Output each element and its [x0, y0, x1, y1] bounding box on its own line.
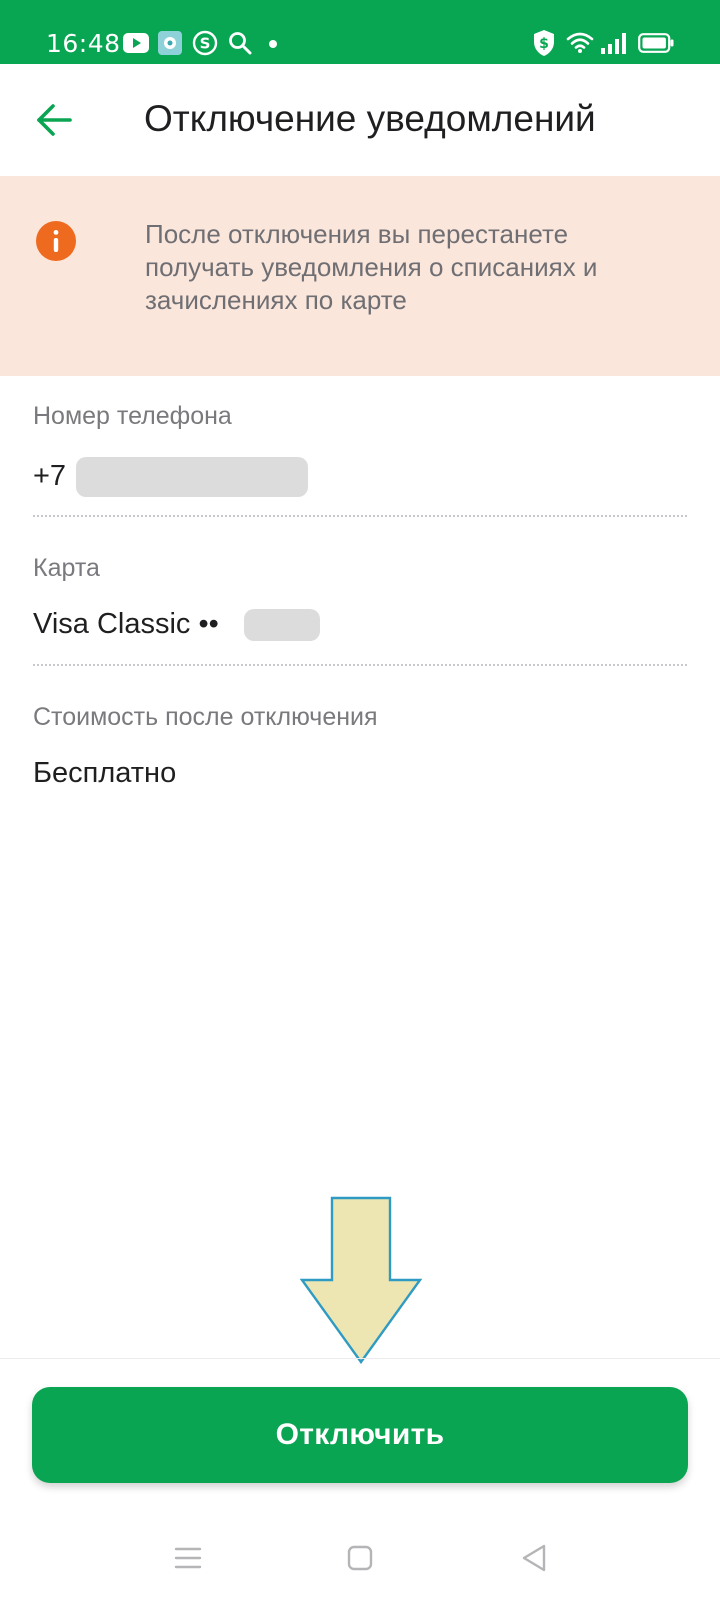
nav-menu-button[interactable]	[168, 1538, 208, 1578]
cost-value: Бесплатно	[33, 757, 177, 789]
youtube-icon	[123, 33, 149, 53]
cost-label: Стоимость после отключения	[33, 703, 378, 731]
card-divider	[33, 664, 687, 666]
battery-icon	[638, 33, 674, 53]
phone-divider	[33, 515, 687, 517]
nav-home-button[interactable]	[340, 1538, 380, 1578]
back-button[interactable]	[26, 92, 82, 148]
info-icon	[36, 221, 76, 261]
wifi-icon	[566, 32, 594, 53]
card-value: Visa Classic ••	[33, 608, 219, 640]
page-title: Отключение уведомлений	[144, 98, 596, 139]
svg-text:$: $	[539, 36, 549, 52]
nav-back-button[interactable]	[514, 1538, 554, 1578]
status-time: 16:48	[46, 29, 121, 58]
warning-text: После отключения вы перестанете получать…	[145, 219, 598, 315]
svg-text:S: S	[200, 35, 211, 53]
search-icon	[229, 32, 252, 55]
card-number-redacted	[244, 609, 320, 641]
dot-icon	[269, 40, 277, 48]
app-header: Отключение уведомлений	[0, 64, 720, 176]
app-icon	[158, 31, 182, 55]
phone-label: Номер телефона	[33, 402, 232, 430]
phone-redacted	[76, 457, 308, 497]
phone-value: +7	[33, 460, 67, 492]
shield-dollar-icon: $	[534, 30, 554, 56]
home-square-icon	[347, 1545, 373, 1571]
dollar-circle-icon: S	[192, 30, 218, 56]
disable-button[interactable]: Отключить	[32, 1387, 688, 1483]
back-triangle-icon	[522, 1544, 546, 1572]
arrow-left-icon	[37, 104, 72, 136]
signal-icon	[601, 33, 626, 54]
arrow-down-annotation-icon	[300, 1196, 423, 1364]
card-label: Карта	[33, 554, 100, 582]
bottom-divider	[0, 1358, 720, 1359]
status-bar: 16:48 S $	[0, 0, 720, 64]
menu-icon	[174, 1547, 202, 1569]
warning-banner: После отключения вы перестанете получать…	[0, 176, 720, 376]
